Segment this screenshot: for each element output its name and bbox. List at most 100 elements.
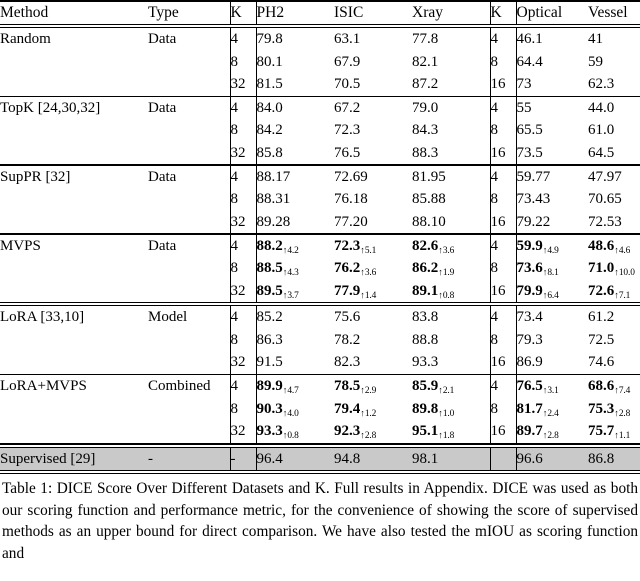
row-type: Data — [148, 168, 177, 185]
cell-xray: 85.9↑2.1 89.8↑1.0 95.1↑1.8 — [412, 375, 490, 443]
cell-k-right: 4 8 16 — [489, 28, 516, 96]
cell-value: 72.3↑5.1 — [334, 237, 377, 256]
cell-value: 95.1↑1.8 — [412, 423, 455, 442]
header-vessel: Vessel — [588, 4, 628, 21]
cell-ph2: 88.17 88.31 89.28 — [255, 165, 334, 234]
table-caption: Table 1: DICE Score Over Different Datas… — [2, 480, 638, 562]
cell-value: 4 — [490, 309, 499, 326]
cell-value: 93.3 — [412, 354, 439, 371]
cell-value: 87.2 — [412, 76, 439, 92]
cell-ph2: 88.2↑4.2 88.5↑4.3 89.5↑3.7 — [255, 234, 334, 303]
supervised-isic: 94.8 — [334, 450, 361, 467]
cell-isic: 78.5↑2.9 79.4↑1.2 92.3↑2.8 — [334, 375, 412, 443]
cell-value: 72.5 — [588, 331, 615, 348]
cell-value: 81.7↑2.4 — [516, 400, 559, 419]
cell-value: 86.9 — [516, 354, 543, 371]
cell-value: 16 — [490, 76, 506, 92]
row-type: Data — [148, 237, 177, 254]
cell-value: 4 — [490, 237, 499, 254]
cell-ph2: 79.8 80.1 81.5 — [255, 28, 334, 96]
supervised-optical: 96.6 — [515, 447, 588, 471]
table-row: MVPS Data 4 8 32 88.2↑4.2 88.5↑4.3 89.5↑3.7 72.3… — [0, 234, 640, 303]
cell-value: 79.22 — [516, 213, 551, 230]
cell-value: 79.3 — [516, 331, 543, 348]
cell-xray: 77.8 82.1 87.2 — [412, 28, 490, 96]
delta-subscript: ↑1.1 — [614, 431, 631, 442]
cell-value: 32 — [230, 213, 246, 230]
cell-value: 80.1 — [256, 53, 283, 70]
row-type: Model — [148, 309, 188, 326]
cell-value: 4 — [230, 99, 239, 116]
cell-value: 85.88 — [412, 191, 446, 208]
cell-value: 76.2↑3.6 — [334, 260, 377, 279]
header-k-left: K — [229, 2, 256, 24]
header-method: Method — [0, 4, 49, 21]
cell-isic: 67.2 72.3 76.5 — [334, 97, 412, 165]
header-xray: Xray — [412, 4, 443, 21]
cell-value: 79.4↑1.2 — [334, 400, 377, 419]
cell-k-left: 4 8 32 — [229, 96, 256, 165]
header-optical: Optical — [515, 2, 588, 24]
cell-value: 92.3↑2.8 — [334, 423, 377, 442]
delta-subscript: ↑2.4 — [542, 408, 559, 419]
cell-value: 32 — [230, 282, 246, 299]
supervised-k-right — [489, 447, 516, 471]
cell-value: 16 — [490, 354, 506, 371]
delta-subscript: ↑1.0 — [438, 408, 455, 419]
delta-subscript: ↑0.8 — [282, 431, 299, 442]
cell-value: 70.65 — [588, 191, 622, 208]
delta-subscript: ↑4.2 — [282, 245, 299, 256]
header-type: Type — [148, 4, 179, 21]
cell-value: 84.3 — [412, 122, 439, 139]
cell-value: 89.28 — [256, 213, 291, 230]
delta-subscript: ↑5.1 — [360, 245, 377, 256]
cell-value: 61.0 — [588, 122, 615, 139]
cell-value: 4 — [490, 31, 499, 47]
cell-value: 65.5 — [516, 122, 543, 139]
table-figure: Method Type K PH2 ISIC Xray K Optical Ve… — [0, 0, 640, 581]
delta-subscript: ↑4.7 — [282, 386, 299, 397]
cell-value: 81.95 — [412, 168, 446, 185]
supervised-row: Supervised [29] - - 96.4 94.8 98.1 96.6 … — [0, 447, 640, 471]
cell-value: 85.8 — [256, 144, 283, 161]
cell-vessel: 44.0 61.0 64.5 — [588, 97, 640, 165]
cell-value: 88.10 — [412, 213, 446, 230]
cell-vessel: 41 59 62.3 — [588, 28, 640, 96]
cell-value: 82.3 — [334, 354, 361, 371]
cell-value: 79.8 — [256, 31, 283, 47]
cell-value: 8 — [490, 122, 499, 139]
cell-value: 46.1 — [516, 31, 543, 47]
cell-value: 72.3 — [334, 122, 361, 139]
cell-value: 76.18 — [334, 191, 368, 208]
cell-value: 75.7↑1.1 — [588, 423, 631, 442]
delta-subscript: ↑2.8 — [542, 431, 559, 442]
cell-vessel: 61.2 72.5 74.6 — [588, 306, 640, 374]
cell-vessel: 68.6↑7.4 75.3↑2.8 75.7↑1.1 — [588, 375, 640, 443]
cell-optical: 59.9↑4.9 73.6↑8.1 79.9↑6.4 — [515, 234, 588, 303]
cell-k-left: 4 8 32 — [229, 306, 256, 374]
cell-value: 85.2 — [256, 309, 283, 326]
cell-value: 79.0 — [412, 99, 439, 116]
cell-optical: 59.77 73.43 79.22 — [515, 165, 588, 234]
cell-value: 81.5 — [256, 76, 283, 92]
cell-value: 89.9↑4.7 — [256, 378, 299, 397]
cell-ph2: 89.9↑4.7 90.3↑4.0 93.3↑0.8 — [255, 375, 334, 443]
cell-optical: 73.4 79.3 86.9 — [515, 306, 588, 374]
cell-value: 89.1↑0.8 — [412, 282, 455, 301]
row-method: TopK [24,30,32] — [0, 99, 101, 116]
delta-subscript: ↑3.7 — [282, 290, 299, 301]
cell-value: 77.20 — [334, 213, 368, 230]
cell-value: 16 — [490, 423, 506, 440]
cell-value: 78.5↑2.9 — [334, 378, 377, 397]
row-method: LoRA+MVPS — [0, 378, 87, 395]
cell-value: 91.5 — [256, 354, 283, 371]
cell-value: 4 — [490, 378, 499, 395]
cell-value: 32 — [230, 423, 246, 440]
cell-value: 88.17 — [256, 168, 291, 185]
cell-vessel: 48.6↑4.6 71.0↑10.0 72.6↑7.1 — [588, 235, 640, 303]
cell-value: 4 — [230, 309, 239, 326]
delta-subscript: ↑3.1 — [542, 386, 559, 397]
delta-subscript: ↑6.4 — [542, 290, 559, 301]
cell-value: 72.53 — [588, 213, 622, 230]
cell-value: 8 — [490, 400, 499, 417]
